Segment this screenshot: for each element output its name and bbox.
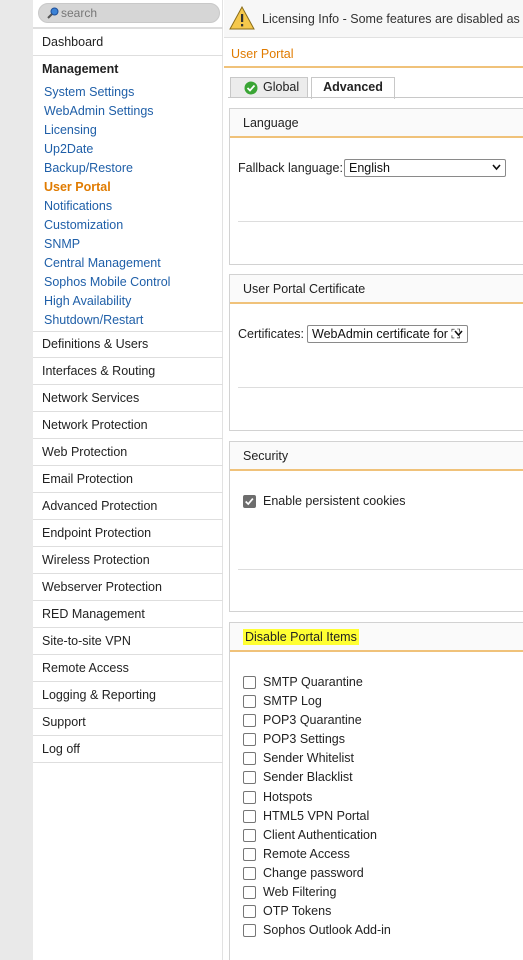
nav-sophos-mobile-control[interactable]: Sophos Mobile Control — [44, 274, 170, 290]
fallback-language-select[interactable]: English — [344, 159, 506, 177]
nav-support[interactable]: Support — [33, 709, 223, 736]
label-pop3-quarantine: POP3 Quarantine — [263, 713, 362, 727]
nav-system-settings[interactable]: System Settings — [44, 84, 134, 100]
search-input[interactable] — [61, 5, 211, 21]
check-circle-icon — [244, 81, 258, 95]
banner-text: Licensing Info - Some features are disab… — [262, 12, 523, 26]
checkbox-change-password[interactable] — [243, 867, 256, 880]
checkbox-sender-blacklist[interactable] — [243, 771, 256, 784]
language-heading: Language — [230, 109, 523, 138]
checkbox-client-authentication[interactable] — [243, 829, 256, 842]
nav-log-off[interactable]: Log off — [33, 736, 223, 763]
nav-user-portal[interactable]: User Portal — [44, 179, 111, 195]
nav-definitions-users[interactable]: Definitions & Users — [33, 331, 223, 358]
persistent-cookies-checkbox[interactable] — [243, 495, 256, 508]
search-box[interactable] — [38, 3, 220, 23]
label-pop3-settings: POP3 Settings — [263, 732, 345, 746]
nav-shutdown-restart[interactable]: Shutdown/Restart — [44, 312, 143, 328]
security-heading: Security — [230, 442, 523, 471]
checkbox-pop3-quarantine[interactable] — [243, 714, 256, 727]
nav-up2date[interactable]: Up2Date — [44, 141, 93, 157]
checkbox-pop3-settings[interactable] — [243, 733, 256, 746]
checkbox-html5-vpn-portal[interactable] — [243, 810, 256, 823]
nav-high-availability[interactable]: High Availability — [44, 293, 131, 309]
persistent-cookies-label: Enable persistent cookies — [263, 494, 406, 508]
warning-icon — [229, 6, 255, 30]
tabs-baseline — [228, 97, 523, 98]
label-sender-blacklist: Sender Blacklist — [263, 770, 353, 784]
nav-snmp[interactable]: SNMP — [44, 236, 80, 252]
label-smtp-quarantine: SMTP Quarantine — [263, 675, 363, 689]
language-panel: Language Fallback language: English — [229, 108, 523, 265]
label-sophos-outlook-add-in: Sophos Outlook Add-in — [263, 923, 391, 937]
nav-site-to-site-vpn[interactable]: Site-to-site VPN — [33, 628, 223, 655]
certificate-heading: User Portal Certificate — [230, 275, 523, 304]
certificate-select[interactable]: WebAdmin certificate for ⛶ — [307, 325, 468, 343]
nav-customization[interactable]: Customization — [44, 217, 123, 233]
banner-message: - Some features are disabled as yo — [339, 12, 523, 26]
label-html5-vpn-portal: HTML5 VPN Portal — [263, 809, 370, 823]
page-title: User Portal — [231, 47, 294, 61]
label-remote-access: Remote Access — [263, 847, 350, 861]
checkbox-smtp-log[interactable] — [243, 695, 256, 708]
tab-global[interactable]: Global — [230, 77, 308, 98]
checkbox-hotspots[interactable] — [243, 791, 256, 804]
certificates-label: Certificates: — [238, 327, 304, 341]
label-web-filtering: Web Filtering — [263, 885, 337, 899]
tab-advanced[interactable]: Advanced — [311, 77, 395, 99]
chevron-down-icon — [454, 330, 463, 337]
checkbox-remote-access[interactable] — [243, 848, 256, 861]
divider — [238, 387, 523, 388]
nav-webserver-protection[interactable]: Webserver Protection — [33, 574, 223, 601]
divider — [238, 221, 523, 222]
nav-notifications[interactable]: Notifications — [44, 198, 112, 214]
chevron-down-icon — [492, 164, 501, 171]
nav-wireless-protection[interactable]: Wireless Protection — [33, 547, 223, 574]
license-banner: Licensing Info - Some features are disab… — [224, 0, 523, 38]
label-client-authentication: Client Authentication — [263, 828, 377, 842]
nav-interfaces-routing[interactable]: Interfaces & Routing — [33, 358, 223, 385]
nav-network-services[interactable]: Network Services — [33, 385, 223, 412]
label-otp-tokens: OTP Tokens — [263, 904, 332, 918]
management-heading[interactable]: Management — [42, 62, 118, 76]
security-panel: Security Enable persistent cookies — [229, 441, 523, 612]
search-icon — [47, 7, 59, 19]
checkbox-web-filtering[interactable] — [243, 886, 256, 899]
disable-items-heading: Disable Portal Items — [243, 629, 359, 645]
nav-email-protection[interactable]: Email Protection — [33, 466, 223, 493]
label-sender-whitelist: Sender Whitelist — [263, 751, 355, 765]
nav-central-management[interactable]: Central Management — [44, 255, 161, 271]
left-gutter — [0, 0, 33, 960]
checkbox-sender-whitelist[interactable] — [243, 752, 256, 765]
disable-items-heading-bar: Disable Portal Items — [230, 623, 523, 652]
certificate-panel: User Portal Certificate Certificates: We… — [229, 274, 523, 431]
label-smtp-log: SMTP Log — [263, 694, 322, 708]
nav-advanced-protection[interactable]: Advanced Protection — [33, 493, 223, 520]
divider — [238, 569, 523, 570]
fallback-language-label: Fallback language: — [238, 161, 343, 175]
nav-logging-reporting[interactable]: Logging & Reporting — [33, 682, 223, 709]
checkmark-icon — [245, 497, 254, 506]
tab-global-label: Global — [263, 80, 300, 94]
nav-webadmin-settings[interactable]: WebAdmin Settings — [44, 103, 154, 119]
certificate-value: WebAdmin certificate for ⛶ — [312, 327, 461, 341]
disable-portal-items-panel: Disable Portal Items SMTP Quarantine SMT… — [229, 622, 523, 960]
checkbox-otp-tokens[interactable] — [243, 905, 256, 918]
nav-endpoint-protection[interactable]: Endpoint Protection — [33, 520, 223, 547]
checkbox-smtp-quarantine[interactable] — [243, 676, 256, 689]
nav-remote-access[interactable]: Remote Access — [33, 655, 223, 682]
nav-network-protection[interactable]: Network Protection — [33, 412, 223, 439]
label-change-password: Change password — [263, 866, 364, 880]
nav-dashboard[interactable]: Dashboard — [33, 29, 223, 56]
sidebar: Dashboard Management System Settings Web… — [33, 0, 223, 960]
banner-title: Licensing Info — [262, 12, 340, 26]
checkbox-sophos-outlook-add-in[interactable] — [243, 924, 256, 937]
fallback-language-value: English — [349, 161, 390, 175]
tab-bar: Global Advanced — [224, 68, 523, 99]
nav-red-management[interactable]: RED Management — [33, 601, 223, 628]
nav-backup-restore[interactable]: Backup/Restore — [44, 160, 133, 176]
label-hotspots: Hotspots — [263, 790, 313, 804]
nav-web-protection[interactable]: Web Protection — [33, 439, 223, 466]
nav-licensing[interactable]: Licensing — [44, 122, 97, 138]
